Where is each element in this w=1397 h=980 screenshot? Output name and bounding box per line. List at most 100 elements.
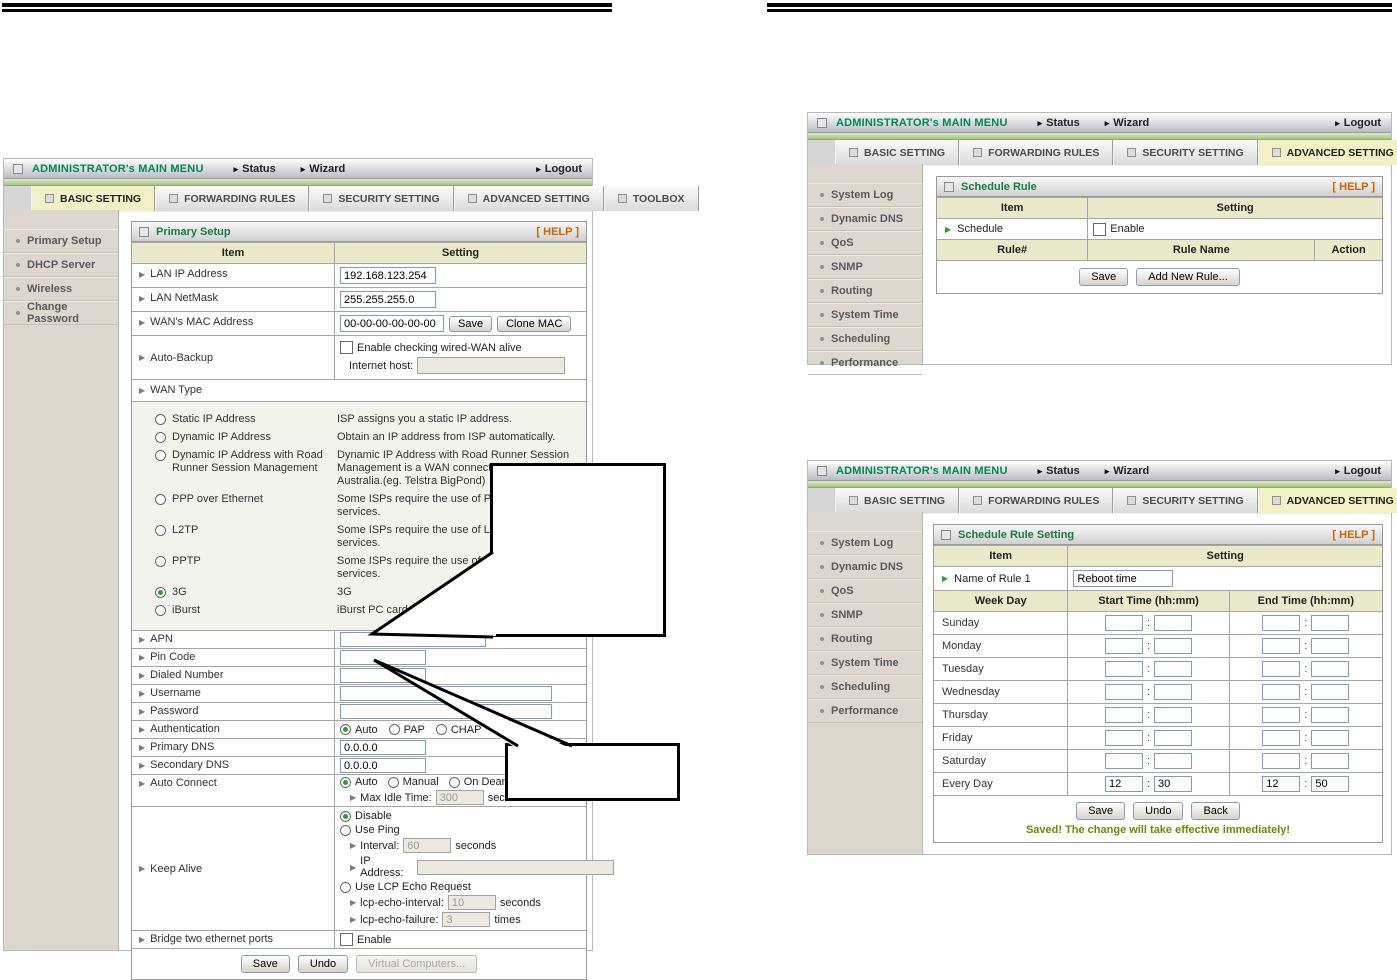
auto-connect-manual-radio[interactable] [387,776,399,788]
keepalive-lcp-radio[interactable] [340,881,351,893]
max-idle-input[interactable] [435,790,484,805]
lcp-echo-failure-input[interactable] [442,912,491,927]
end-hour-input[interactable] [1262,730,1301,746]
auth-chap-radio[interactable] [435,724,447,735]
sidebar-item-qos[interactable]: QoS [808,579,922,603]
sidebar-item-scheduling[interactable]: Scheduling [808,675,922,699]
start-min-input[interactable] [1154,615,1193,631]
auth-pap-radio[interactable] [388,724,400,735]
start-hour-input[interactable] [1104,776,1143,792]
iburst-radio[interactable] [155,605,166,616]
static-ip-radio[interactable] [155,414,166,425]
end-min-input[interactable] [1311,707,1350,723]
status-link[interactable]: ▸ Status [1038,117,1080,129]
password-input[interactable] [340,704,552,719]
primary-dns-input[interactable] [340,740,426,755]
tab-advanced-setting[interactable]: ADVANCED SETTING [453,186,604,211]
end-hour-input[interactable] [1262,753,1301,769]
back-button[interactable]: Back [1191,802,1240,820]
pppoe-radio[interactable] [155,494,166,505]
sidebar-item-qos[interactable]: QoS [808,231,922,255]
sidebar-item-system-log[interactable]: System Log [808,531,922,555]
start-hour-input[interactable] [1104,615,1143,631]
start-hour-input[interactable] [1104,661,1143,677]
tab-advanced-setting[interactable]: ADVANCED SETTING [1257,140,1397,165]
lcp-echo-interval-input[interactable] [447,895,496,910]
save-button[interactable]: Save [1076,802,1126,820]
tab-forwarding-rules[interactable]: FORWARDING RULES [959,140,1114,165]
help-link[interactable]: [ HELP ] [1332,181,1375,193]
pptp-radio[interactable] [155,556,166,567]
tab-security-setting[interactable]: SECURITY SETTING [309,186,454,211]
start-hour-input[interactable] [1104,730,1143,746]
sidebar-item-wireless[interactable]: Wireless [4,277,118,301]
tab-advanced-setting[interactable]: ADVANCED SETTING [1257,488,1397,513]
3g-radio[interactable] [155,587,166,598]
tab-forwarding-rules[interactable]: FORWARDING RULES [155,186,310,211]
end-min-input[interactable] [1311,684,1350,700]
sidebar-item-performance[interactable]: Performance [808,699,922,723]
start-min-input[interactable] [1154,776,1193,792]
end-hour-input[interactable] [1262,684,1301,700]
sidebar-item-routing[interactable]: Routing [808,627,922,651]
interval-input[interactable] [403,838,452,853]
save-button[interactable]: Save [240,955,290,973]
wizard-link[interactable]: ▸ Wizard [301,163,346,175]
start-min-input[interactable] [1154,730,1193,746]
tab-security-setting[interactable]: SECURITY SETTING [1113,488,1258,513]
add-new-rule-button[interactable]: Add New Rule... [1136,268,1240,286]
wan-mac-input[interactable] [340,315,444,332]
pin-input[interactable] [340,650,426,665]
end-min-input[interactable] [1311,753,1350,769]
tab-security-setting[interactable]: SECURITY SETTING [1113,140,1258,165]
end-hour-input[interactable] [1262,615,1301,631]
sidebar-item-primary-setup[interactable]: Primary Setup [4,229,118,253]
save-button[interactable]: Save [1079,268,1129,286]
tab-toolbox[interactable]: TOOLBOX [603,186,699,211]
auth-auto-radio[interactable] [340,724,351,735]
tab-basic-setting[interactable]: BASIC SETTING [835,488,960,513]
username-input[interactable] [340,686,552,701]
logout-link[interactable]: ▸ Logout [1335,465,1381,477]
auto-connect-auto-radio[interactable] [340,776,351,788]
sidebar-item-dynamic-dns[interactable]: Dynamic DNS [808,555,922,579]
start-hour-input[interactable] [1104,638,1143,654]
status-link[interactable]: ▸ Status [1038,465,1080,477]
dialed-number-input[interactable] [340,668,426,683]
end-hour-input[interactable] [1262,661,1301,677]
lan-ip-input[interactable] [340,267,436,284]
sidebar-item-snmp[interactable]: SNMP [808,603,922,627]
tab-basic-setting[interactable]: BASIC SETTING [31,186,156,211]
keepalive-ping-radio[interactable] [340,824,351,836]
keepalive-disable-radio[interactable] [340,810,351,822]
start-hour-input[interactable] [1104,753,1143,769]
sidebar-item-system-time[interactable]: System Time [808,303,922,327]
sidebar-item-change-password[interactable]: Change Password [4,301,118,325]
tab-forwarding-rules[interactable]: FORWARDING RULES [959,488,1114,513]
start-min-input[interactable] [1154,753,1193,769]
internet-host-input[interactable] [417,357,566,374]
dynamic-ip-radio[interactable] [155,432,166,443]
virtual-computers-button[interactable]: Virtual Computers... [356,955,478,973]
logout-link[interactable]: ▸ Logout [1335,117,1381,129]
bridge-enable-checkbox[interactable] [340,933,353,946]
status-link[interactable]: ▸ Status [234,163,276,175]
end-min-input[interactable] [1311,638,1350,654]
end-min-input[interactable] [1311,661,1350,677]
start-min-input[interactable] [1154,707,1193,723]
schedule-enable-checkbox[interactable] [1093,222,1107,236]
l2tp-radio[interactable] [155,525,166,536]
sidebar-item-dynamic-dns[interactable]: Dynamic DNS [808,207,922,231]
sidebar-item-routing[interactable]: Routing [808,279,922,303]
sidebar-item-performance[interactable]: Performance [808,351,922,375]
mac-save-button[interactable]: Save [449,315,493,332]
roadrunner-radio[interactable] [155,450,166,461]
sidebar-item-snmp[interactable]: SNMP [808,255,922,279]
auto-connect-ondemand-radio[interactable] [448,776,460,788]
rule-name-input[interactable] [1073,570,1174,587]
end-hour-input[interactable] [1262,776,1301,792]
lan-netmask-input[interactable] [340,291,436,308]
undo-button[interactable]: Undo [297,955,349,973]
auto-backup-checkbox[interactable] [340,341,353,354]
logout-link[interactable]: ▸ Logout [536,163,582,175]
